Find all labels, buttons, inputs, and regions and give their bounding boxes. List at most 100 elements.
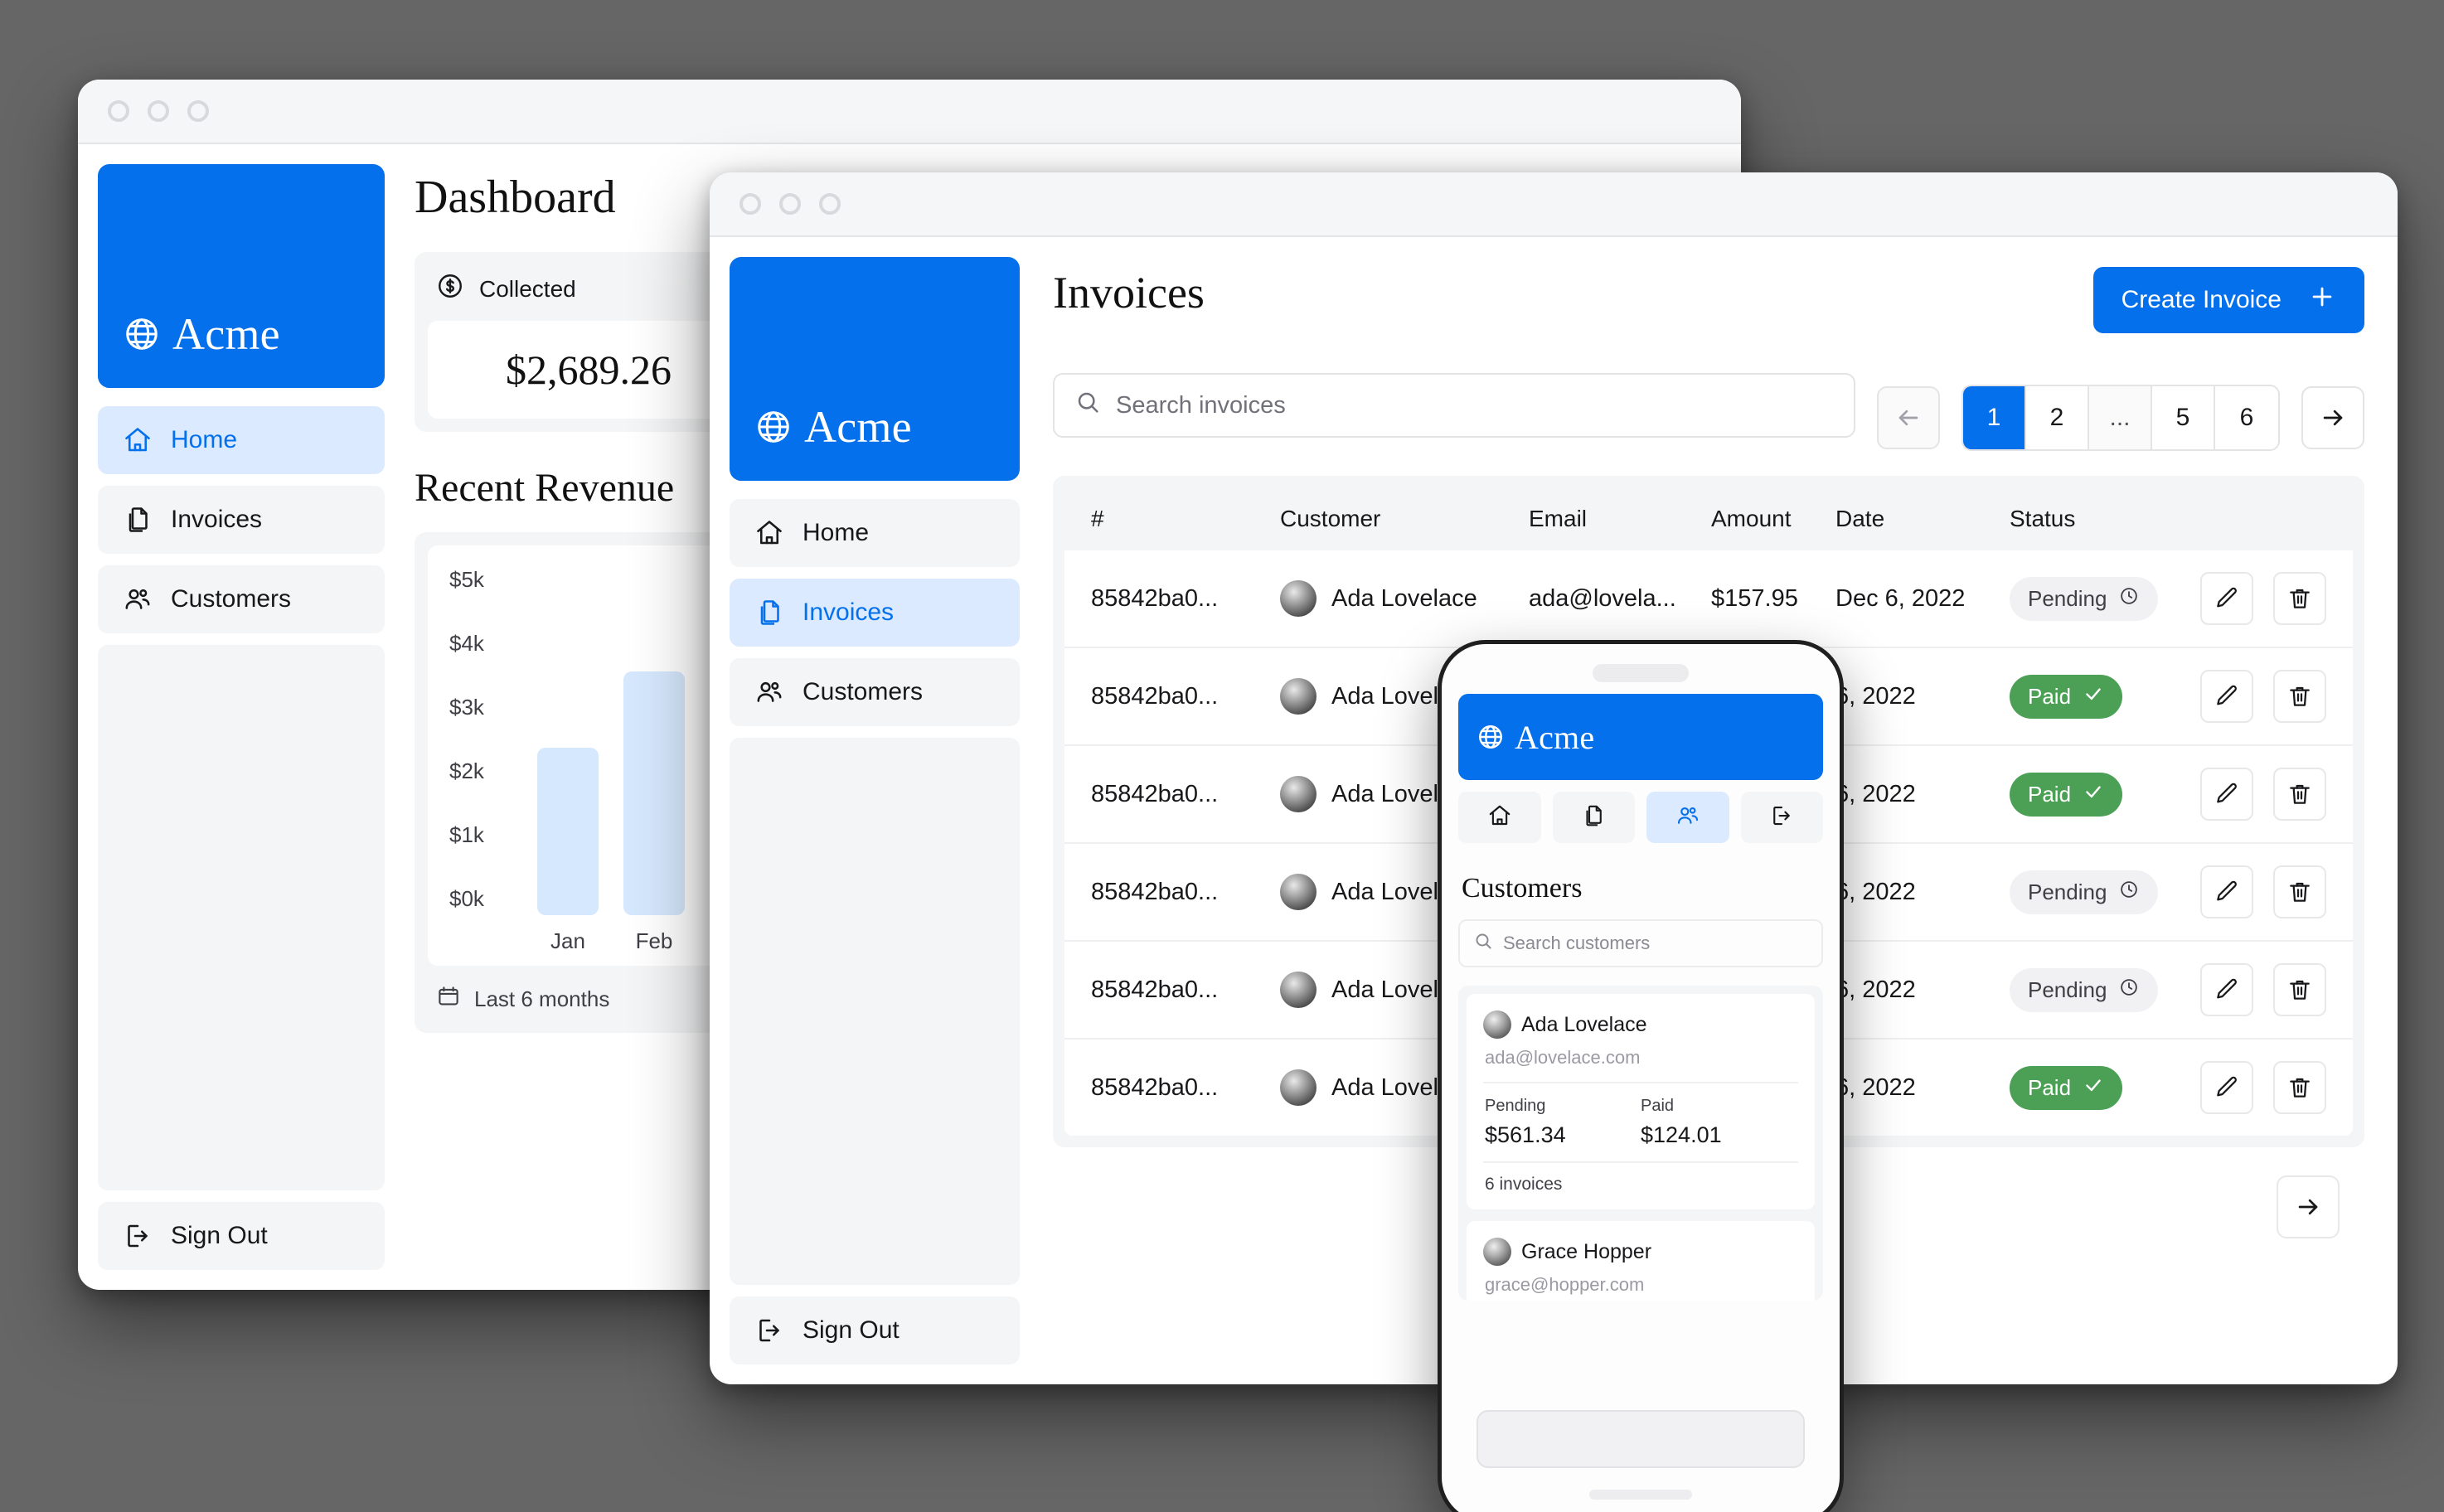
- delete-invoice-button[interactable]: [2273, 865, 2326, 918]
- sign-out-button[interactable]: Sign Out: [98, 1202, 385, 1270]
- phone-tab-invoices[interactable]: [1552, 792, 1635, 843]
- cell-status: Paid: [2010, 1065, 2200, 1110]
- cell-actions: [2200, 572, 2353, 625]
- pagination-page-2[interactable]: 2: [2026, 386, 2089, 449]
- sign-out-label: Sign Out: [803, 1316, 900, 1344]
- status-label: Pending: [2028, 585, 2107, 611]
- status-badge: Pending: [2010, 576, 2159, 621]
- edit-invoice-button[interactable]: [2200, 768, 2253, 821]
- documents-icon: [123, 505, 153, 535]
- edit-invoice-button[interactable]: [2200, 963, 2253, 1016]
- home-icon: [123, 425, 153, 455]
- minimize-window-dot[interactable]: [148, 100, 169, 122]
- delete-invoice-button[interactable]: [2273, 768, 2326, 821]
- app-logo[interactable]: Acme: [98, 164, 385, 388]
- create-invoice-button[interactable]: Create Invoice: [2092, 267, 2364, 333]
- sidebar-item-invoices[interactable]: Invoices: [730, 579, 1020, 647]
- phone-tab-sign-out[interactable]: [1740, 792, 1823, 843]
- sign-out-button[interactable]: Sign Out: [730, 1296, 1020, 1364]
- customer-card[interactable]: Ada Lovelace ada@lovelace.com Pending $561.…: [1467, 994, 1815, 1209]
- pagination-prev-button[interactable]: [1877, 386, 1940, 449]
- home-icon: [754, 518, 784, 548]
- logo-text: Acme: [172, 309, 280, 359]
- collected-card-label: Collected: [479, 275, 576, 302]
- logo-text: Acme: [804, 402, 912, 452]
- invoices-nav: Home Invoices Customers: [730, 499, 1020, 726]
- sign-out-label: Sign Out: [171, 1222, 268, 1249]
- delete-invoice-button[interactable]: [2273, 963, 2326, 1016]
- pending-value: $561.34: [1485, 1122, 1566, 1147]
- sign-out-icon: [123, 1221, 153, 1251]
- phone-search-input[interactable]: Search customers: [1458, 919, 1823, 967]
- pagination-page-5[interactable]: 5: [2152, 386, 2215, 449]
- cell-invoice-id: 85842ba0...: [1091, 1073, 1219, 1101]
- delete-invoice-button[interactable]: [2273, 572, 2326, 625]
- close-window-dot[interactable]: [740, 193, 761, 215]
- pagination-page-1[interactable]: 1: [1963, 386, 2026, 449]
- pagination-next-button[interactable]: [2301, 386, 2364, 449]
- dashboard-sidebar: Acme Home Invoices Customers Sign Out: [78, 144, 385, 1290]
- maximize-window-dot[interactable]: [187, 100, 209, 122]
- phone-app-logo[interactable]: Acme: [1458, 694, 1823, 780]
- customer-invoice-count: 6 invoices: [1483, 1161, 1798, 1195]
- sidebar-item-home[interactable]: Home: [98, 406, 385, 474]
- status-badge: Paid: [2010, 772, 2123, 817]
- paid-value: $124.01: [1641, 1122, 1722, 1147]
- users-icon: [754, 677, 784, 707]
- cell-status: Pending: [2010, 967, 2200, 1012]
- cell-date: Dec 6, 2022: [1835, 584, 1966, 612]
- sidebar-item-label: Home: [803, 519, 870, 546]
- cell-invoice-id: 85842ba0...: [1091, 878, 1219, 905]
- y-tick-label: $5k: [449, 567, 484, 592]
- pagination-page-6[interactable]: 6: [2215, 386, 2278, 449]
- maximize-window-dot[interactable]: [819, 193, 841, 215]
- sign-out-icon: [754, 1316, 784, 1345]
- edit-invoice-button[interactable]: [2200, 865, 2253, 918]
- edit-invoice-button[interactable]: [2200, 670, 2253, 723]
- dashboard-nav: Home Invoices Customers: [98, 406, 385, 633]
- phone-bottom-bar: [1477, 1410, 1805, 1468]
- customer-pending-stat: Pending $561.34: [1485, 1097, 1641, 1148]
- cell-invoice-id: 85842ba0...: [1091, 780, 1219, 807]
- sidebar-item-invoices[interactable]: Invoices: [98, 486, 385, 554]
- pagination-pages: 1 2 ... 5 6: [1962, 385, 2280, 451]
- home-icon: [1487, 803, 1512, 832]
- delete-invoice-button[interactable]: [2273, 670, 2326, 723]
- edit-invoice-button[interactable]: [2200, 572, 2253, 625]
- column-header-amount: Amount: [1711, 506, 1792, 531]
- avatar: [1483, 1010, 1511, 1039]
- phone-tab-customers[interactable]: [1646, 792, 1729, 843]
- cell-actions: [2200, 670, 2353, 723]
- app-logo[interactable]: Acme: [730, 257, 1020, 481]
- sidebar-item-customers[interactable]: Customers: [98, 565, 385, 633]
- users-icon: [123, 584, 153, 614]
- sidebar-item-label: Home: [171, 426, 238, 453]
- status-label: Paid: [2028, 1074, 2072, 1100]
- customer-name: Grace Hopper: [1521, 1239, 1652, 1263]
- chart-footer-label: Last 6 months: [474, 986, 610, 1011]
- status-badge: Paid: [2010, 1065, 2123, 1110]
- pagination-ellipsis: ...: [2089, 386, 2152, 449]
- phone-tab-home[interactable]: [1458, 792, 1541, 843]
- bottom-pagination-next-button[interactable]: [2277, 1175, 2340, 1238]
- sidebar-item-label: Customers: [171, 585, 292, 613]
- delete-invoice-button[interactable]: [2273, 1061, 2326, 1114]
- canvas: Acme Home Invoices Customers Sign Out Da…: [0, 0, 2444, 1512]
- close-window-dot[interactable]: [108, 100, 129, 122]
- table-row[interactable]: 85842ba0... Ada Lovelace ada@lovela... $157…: [1064, 550, 2353, 648]
- edit-invoice-button[interactable]: [2200, 1061, 2253, 1114]
- sidebar-item-home[interactable]: Home: [730, 499, 1020, 567]
- phone-customer-list[interactable]: Ada Lovelace ada@lovelace.com Pending $561.…: [1458, 986, 1823, 1301]
- minimize-window-dot[interactable]: [779, 193, 801, 215]
- phone-page-title: Customers: [1462, 873, 1583, 904]
- phone-tab-bar: [1458, 792, 1823, 843]
- sidebar-item-customers[interactable]: Customers: [730, 658, 1020, 726]
- search-input[interactable]: Search invoices: [1053, 373, 1855, 438]
- customer-card[interactable]: Grace Hoppergrace@hopper.comPending$2,91…: [1467, 1221, 1815, 1301]
- documents-icon: [754, 598, 784, 628]
- sidebar-item-label: Invoices: [171, 506, 263, 533]
- users-icon: [1675, 803, 1700, 832]
- cell-status: Paid: [2010, 674, 2200, 719]
- sidebar-item-label: Invoices: [803, 598, 895, 626]
- globe-icon: [1477, 723, 1505, 751]
